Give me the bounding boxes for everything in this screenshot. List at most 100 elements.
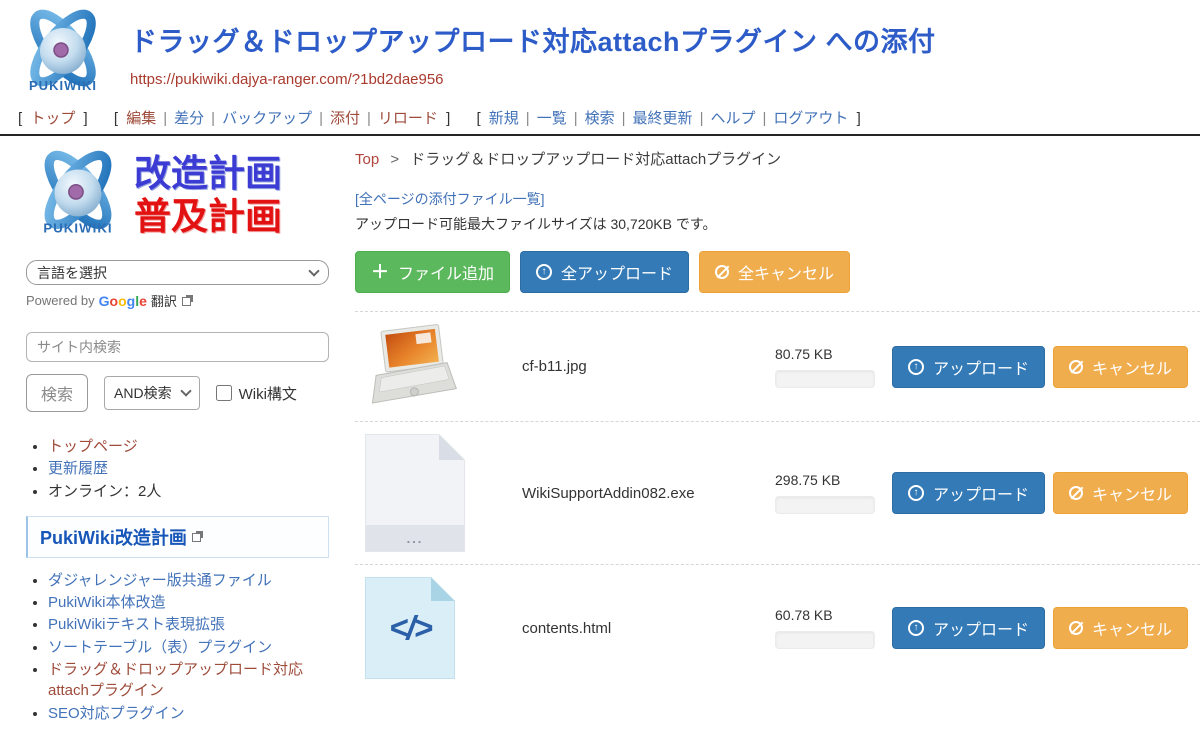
nav-help[interactable]: ヘルプ [710, 110, 755, 127]
main-content: Top > ドラッグ＆ドロップアップロード対応attachプラグイン [全ページ… [345, 136, 1200, 691]
file-name: WikiSupportAddin082.exe [522, 485, 775, 502]
upload-circle-icon [536, 264, 552, 280]
sidebar-link-dnd-attach[interactable]: ドラッグ＆ドロップアップロード対応attachプラグイン [48, 661, 303, 699]
chevron-down-icon [180, 385, 191, 396]
page-url-link[interactable]: https://pukiwiki.dajya-ranger.com/?1bd2d… [130, 71, 444, 88]
sidebar-section-title-link[interactable]: PukiWiki改造計画 [40, 524, 203, 550]
nav-new[interactable]: 新規 [489, 110, 519, 127]
breadcrumb-current: ドラッグ＆ドロップアップロード対応attachプラグイン [410, 151, 781, 168]
upload-circle-icon [908, 359, 924, 375]
upload-circle-icon [908, 485, 924, 501]
file-size: 60.78 KB [775, 607, 892, 623]
online-count: オンライン：2人 [48, 483, 161, 500]
sidebar-link-toppage[interactable]: トップページ [48, 438, 138, 455]
file-row: ... WikiSupportAddin082.exe 298.75 KB アッ… [355, 421, 1200, 564]
cancel-button[interactable]: キャンセル [1053, 472, 1188, 514]
sidebar-link-text-ext[interactable]: PukiWikiテキスト表現拡張 [48, 616, 225, 633]
all-attachments-link[interactable]: [全ページの添付ファイル一覧] [355, 189, 545, 209]
list-item: ドラッグ＆ドロップアップロード対応attachプラグイン [48, 659, 329, 702]
max-filesize-text: アップロード可能最大ファイルサイズは 30,720KB です。 [355, 214, 1200, 234]
nav-reload[interactable]: リロード [378, 110, 438, 127]
google-logo-text: Google [99, 293, 147, 309]
page-fold [431, 577, 455, 601]
pukiwiki-atom-icon: PUKIWIKI [26, 148, 130, 244]
file-row: cf-b11.jpg 80.75 KB アップロード キャンセル [355, 311, 1200, 421]
svg-text:PUKIWIKI: PUKIWIKI [29, 78, 97, 93]
nav-diff[interactable]: 差分 [174, 110, 204, 127]
sidebar-link-common-files[interactable]: ダジャレンジャー版共通ファイル [48, 572, 272, 589]
list-item: SEO対応プラグイン [48, 703, 329, 724]
nav-attach[interactable]: 添付 [330, 110, 360, 127]
search-button[interactable]: 検索 [26, 374, 88, 412]
file-thumbnail: ... [365, 434, 522, 552]
file-name: contents.html [522, 620, 775, 637]
external-link-icon [182, 295, 193, 306]
file-thumbnail: </> [365, 577, 522, 679]
list-item: ダジャレンジャー版共通ファイル [48, 570, 329, 591]
upload-button[interactable]: アップロード [892, 472, 1045, 514]
search-mode-select[interactable]: AND検索 [104, 376, 200, 410]
nav-top[interactable]: トップ [30, 110, 75, 127]
banner-kaizou-text: 改造計画 [134, 153, 282, 196]
bracket: ] [857, 110, 861, 127]
nav-list[interactable]: 一覧 [537, 110, 567, 127]
upload-button[interactable]: アップロード [892, 607, 1045, 649]
ban-icon [1069, 486, 1083, 500]
bracket: [ [114, 110, 118, 127]
nav-edit[interactable]: 編集 [126, 110, 156, 127]
sidebar-section-box: PukiWiki改造計画 [26, 516, 329, 558]
site-search-input[interactable] [26, 332, 329, 362]
file-size: 298.75 KB [775, 472, 892, 488]
top-navbar: [ トップ ] [ 編集|差分|バックアップ|添付|リロード ] [ 新規|一覧… [0, 105, 1200, 134]
list-item: オンライン：2人 [48, 481, 329, 502]
upload-progress-bar [775, 496, 875, 514]
chevron-down-icon [308, 265, 319, 276]
language-select[interactable]: 言語を選択 [26, 260, 329, 285]
nav-backup[interactable]: バックアップ [222, 110, 312, 127]
google-translate-attribution: Powered by Google 翻訳 [26, 291, 329, 310]
page-header: PUKIWIKI ドラッグ＆ドロップアップロード対応attachプラグイン への… [0, 0, 1200, 105]
add-file-button[interactable]: ＋ ファイル追加 [355, 251, 510, 293]
language-select-value: 言語を選択 [37, 263, 107, 283]
cancel-button[interactable]: キャンセル [1053, 607, 1188, 649]
sidebar: PUKIWIKI 改造計画 普及計画 言語を選択 Powered by Goog… [0, 136, 345, 738]
page-fold [439, 434, 465, 460]
sidebar-banner[interactable]: PUKIWIKI 改造計画 普及計画 [26, 148, 329, 244]
action-button-row: ＋ ファイル追加 全アップロード 全キャンセル [355, 251, 1200, 293]
sidebar-link-seo[interactable]: SEO対応プラグイン [48, 705, 185, 722]
ban-icon [1069, 360, 1083, 374]
sidebar-link-sort-table[interactable]: ソートテーブル（表）プラグイン [48, 639, 272, 656]
nav-logout[interactable]: ログアウト [773, 110, 848, 127]
nav-recent[interactable]: 最終更新 [633, 110, 693, 127]
upload-circle-icon [908, 620, 924, 636]
code-glyph: </> [389, 609, 431, 647]
ban-icon [1069, 621, 1083, 635]
nav-search[interactable]: 検索 [585, 110, 615, 127]
page-title: ドラッグ＆ドロップアップロード対応attachプラグイン への添付 [130, 20, 936, 59]
generic-file-icon: ... [365, 434, 465, 552]
list-item: PukiWikiテキスト表現拡張 [48, 614, 329, 635]
file-size: 80.75 KB [775, 346, 892, 362]
sidebar-link-core-mod[interactable]: PukiWiki本体改造 [48, 594, 166, 611]
wiki-syntax-option: Wiki構文 [216, 383, 297, 404]
bracket: [ [18, 110, 22, 127]
cancel-button[interactable]: キャンセル [1053, 346, 1188, 388]
html-file-icon: </> [365, 577, 455, 679]
plus-icon: ＋ [371, 263, 389, 281]
file-thumbnail [365, 324, 522, 409]
list-item: 更新履歴 [48, 458, 329, 479]
bracket: ] [446, 110, 450, 127]
breadcrumb-home-link[interactable]: Top [355, 151, 379, 168]
ban-icon [715, 265, 729, 279]
cancel-all-button[interactable]: 全キャンセル [699, 251, 850, 293]
sidebar-link-history[interactable]: 更新履歴 [48, 460, 108, 477]
upload-all-button[interactable]: 全アップロード [520, 251, 689, 293]
translate-link[interactable]: 翻訳 [151, 291, 193, 310]
site-logo[interactable]: PUKIWIKI [12, 8, 114, 105]
upload-button[interactable]: アップロード [892, 346, 1045, 388]
sidebar-bottom-links: ダジャレンジャー版共通ファイル PukiWiki本体改造 PukiWikiテキス… [26, 570, 329, 724]
banner-fukyuu-text: 普及計画 [134, 196, 282, 239]
laptop-image-thumbnail [365, 324, 457, 404]
wiki-syntax-checkbox[interactable] [216, 385, 232, 401]
list-item: トップページ [48, 436, 329, 457]
